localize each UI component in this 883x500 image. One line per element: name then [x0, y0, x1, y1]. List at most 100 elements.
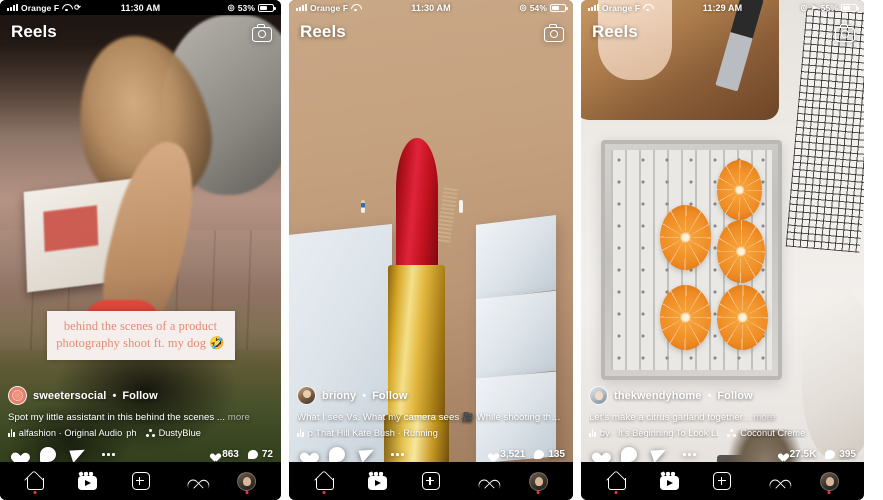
heart-icon	[766, 473, 785, 490]
username-label[interactable]: sweetersocial	[33, 390, 106, 402]
reels-icon	[367, 471, 387, 490]
separator: •	[112, 389, 117, 402]
follow-button[interactable]: Follow	[717, 390, 752, 402]
avatar[interactable]	[589, 386, 608, 406]
action-row: 3,521 135	[297, 447, 565, 462]
caption-body: What I see Vs. What my camera sees 🎥 Whi…	[297, 412, 565, 424]
nav-item-profile[interactable]	[227, 462, 267, 500]
camera-icon[interactable]	[835, 24, 855, 42]
home-icon	[25, 472, 45, 490]
nav-item-activity[interactable]	[174, 462, 214, 500]
avatar[interactable]	[8, 386, 27, 406]
profile-badge	[536, 491, 540, 494]
nav-item-reels[interactable]	[649, 462, 689, 500]
status-right: ◎ 54%	[520, 3, 568, 13]
decor-orange-slice	[660, 285, 712, 350]
audio-label: by · It's Beginning To Look Li	[599, 428, 719, 438]
like-count-icon	[486, 450, 496, 459]
audio-icon	[589, 429, 596, 437]
comment-icon[interactable]	[621, 447, 637, 462]
status-bar-2: Orange F 11:30 AM ◎ 54%	[289, 0, 573, 15]
share-icon[interactable]	[71, 447, 87, 462]
audio-row[interactable]: p That Hill Kate Bush · Running	[297, 428, 565, 438]
like-icon[interactable]	[589, 447, 606, 462]
counts-group: 3,521 135	[486, 449, 565, 460]
username-label[interactable]: thekwendyhome	[614, 390, 702, 402]
remix-label[interactable]: Coconut Creme	[740, 428, 805, 438]
nav-item-reels[interactable]	[68, 462, 108, 500]
caption-body: Spot my little assistant in this behind …	[8, 412, 226, 424]
location-arrow-icon: ➤	[810, 3, 818, 12]
decor-orange-slice	[660, 205, 712, 270]
status-bar-1: Orange F ⟳ 11:30 AM ◎ 53%	[0, 0, 281, 15]
like-count-group: 863	[208, 449, 239, 460]
more-options-icon[interactable]	[391, 447, 404, 462]
comment-count: 135	[548, 449, 565, 460]
audio-label: p That Hill Kate Bush · Running	[307, 428, 438, 438]
profile-avatar-icon	[237, 471, 256, 491]
share-icon[interactable]	[652, 447, 668, 462]
bottom-nav-1	[0, 462, 281, 500]
home-badge	[33, 491, 36, 494]
nav-item-home[interactable]	[304, 462, 344, 500]
comment-icon[interactable]	[40, 447, 56, 462]
nav-item-create[interactable]	[702, 462, 742, 500]
reel-text-sticker: behind the scenes of a product photograp…	[46, 311, 235, 361]
like-count-group: 27.5K	[776, 449, 817, 460]
comment-icon[interactable]	[329, 447, 345, 462]
nav-item-create[interactable]	[121, 462, 161, 500]
caption-text[interactable]: Let's make a citrus garland together... …	[589, 412, 856, 425]
like-icon[interactable]	[297, 447, 314, 462]
bottom-nav-3	[581, 462, 864, 500]
action-row: 27.5K 395	[589, 447, 856, 462]
nav-item-activity[interactable]	[756, 462, 796, 500]
bottom-nav-2	[289, 462, 573, 500]
nav-item-create[interactable]	[411, 462, 451, 500]
caption-text[interactable]: Spot my little assistant in this behind …	[8, 412, 273, 425]
phone-screen-2: Orange F 11:30 AM ◎ 54% Reels briony • F…	[289, 0, 573, 500]
plus-square-icon	[713, 472, 732, 490]
avatar[interactable]	[297, 386, 316, 406]
nav-item-activity[interactable]	[465, 462, 505, 500]
audio-row[interactable]: by · It's Beginning To Look Li Coconut C…	[589, 428, 856, 438]
comment-count-group: 395	[825, 449, 856, 460]
nav-item-home[interactable]	[15, 462, 55, 500]
caption-text[interactable]: What I see Vs. What my camera sees 🎥 Whi…	[297, 412, 565, 425]
nav-item-reels[interactable]	[357, 462, 397, 500]
remix-icon	[145, 428, 155, 438]
more-options-icon[interactable]	[102, 447, 115, 462]
reels-header-3: Reels	[581, 15, 864, 49]
location-arrow-icon: ◎	[227, 3, 235, 12]
reels-icon	[78, 471, 97, 490]
nav-item-profile[interactable]	[809, 462, 849, 500]
camera-icon[interactable]	[252, 24, 272, 42]
share-icon[interactable]	[360, 447, 376, 462]
reels-header-1: Reels	[0, 15, 281, 49]
camera-icon[interactable]	[544, 24, 564, 42]
sticker-text: behind the scenes of a product photograp…	[56, 319, 225, 350]
more-link[interactable]: more	[753, 412, 775, 423]
battery-icon	[258, 3, 276, 12]
more-options-icon[interactable]	[683, 447, 696, 462]
like-count: 3,521	[500, 449, 526, 460]
remix-label[interactable]: DustyBlue	[159, 428, 201, 438]
author-row: sweetersocial • Follow	[8, 386, 273, 406]
home-badge	[614, 491, 618, 494]
reels-icon	[659, 471, 679, 490]
audio-row[interactable]: alfashion · Original Audio ph DustyBlue	[8, 428, 273, 438]
nav-item-home[interactable]	[596, 462, 636, 500]
plus-square-icon	[421, 472, 440, 490]
username-label[interactable]: briony	[322, 390, 356, 402]
reel-overlay-2: briony • Follow What I see Vs. What my c…	[289, 386, 573, 462]
nav-item-profile[interactable]	[518, 462, 558, 500]
separator: •	[362, 389, 367, 402]
like-count-group: 3,521	[486, 449, 525, 460]
phone-screen-3: Orange F 11:29 AM ◎ ➤ 55% Reels thekwend…	[581, 0, 864, 500]
more-link[interactable]: more	[228, 412, 250, 423]
follow-button[interactable]: Follow	[122, 390, 157, 402]
follow-button[interactable]: Follow	[372, 390, 407, 402]
like-icon[interactable]	[8, 447, 25, 462]
action-row: 863 72	[8, 447, 273, 462]
counts-group: 863 72	[208, 449, 273, 460]
audio-icon	[297, 429, 304, 437]
